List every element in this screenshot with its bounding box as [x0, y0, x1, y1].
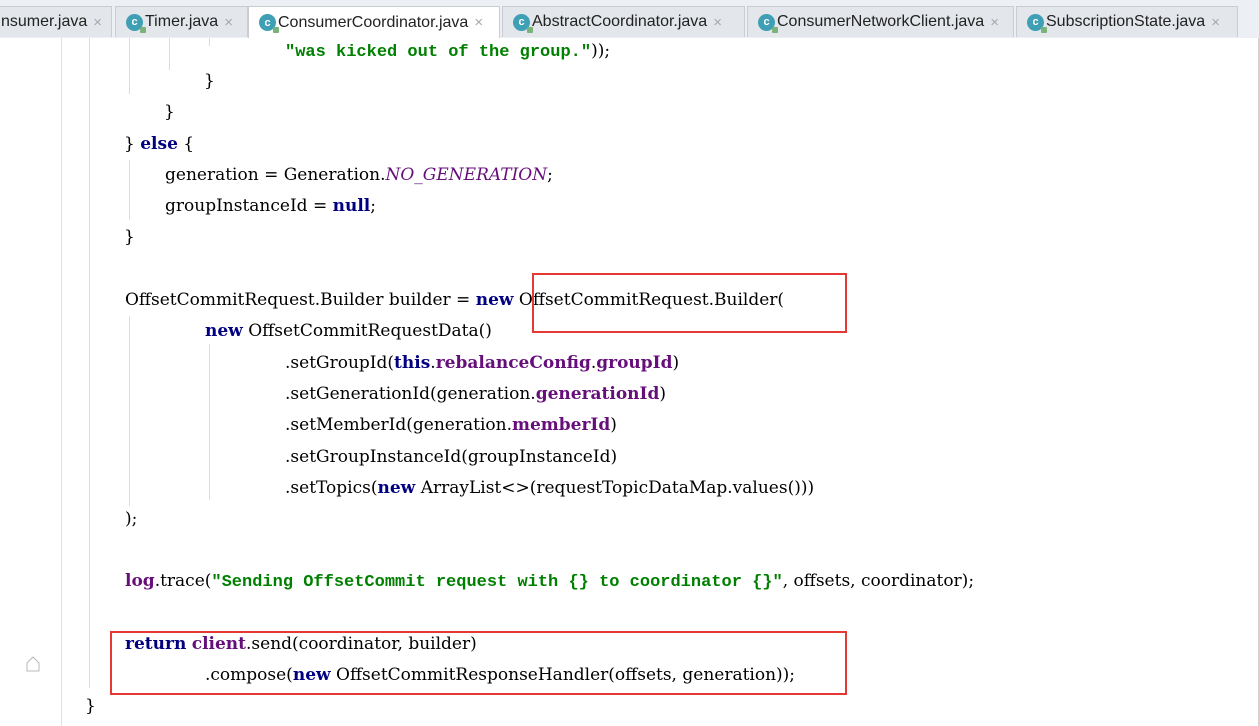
tab-label: AbstractCoordinator.java [532, 13, 708, 30]
close-icon[interactable]: × [713, 14, 722, 31]
close-icon[interactable]: × [93, 14, 102, 31]
keyword: null [332, 196, 371, 216]
field-ref: generationId [535, 384, 660, 404]
tab-label: nsumer.java [1, 13, 88, 30]
code-line: .setGroupId(this.rebalanceConfig.groupId… [285, 351, 679, 375]
code-token: } [164, 102, 175, 122]
tab-consumer[interactable]: nsumer.java × [0, 6, 112, 37]
keyword: new [475, 290, 514, 310]
code-line: "was kicked out of the group.")); [285, 39, 610, 63]
close-icon[interactable]: × [990, 14, 999, 31]
indent-guide [129, 316, 130, 506]
code-token: ; [547, 165, 553, 185]
keyword: new [205, 321, 243, 341]
tab-label: ConsumerNetworkClient.java [777, 13, 985, 30]
editor-tab-bar: nsumer.java × c Timer.java × c ConsumerC… [0, 0, 1259, 39]
code-token: ); [125, 509, 138, 529]
indent-guide [209, 38, 210, 46]
indent-guide [89, 38, 90, 688]
tab-subscription-state[interactable]: c SubscriptionState.java × [1016, 6, 1238, 37]
code-token: } [204, 71, 215, 91]
code-line: } [164, 100, 175, 124]
close-icon[interactable]: × [224, 14, 233, 31]
code-token: .setGroupId( [285, 353, 395, 373]
code-editor[interactable]: "was kicked out of the group.")); } } } … [0, 38, 1259, 726]
code-line: } [124, 225, 135, 249]
class-icon: c [259, 14, 279, 33]
code-line: } [204, 69, 215, 93]
close-icon[interactable]: × [1211, 14, 1220, 31]
indent-guide [209, 344, 210, 500]
field-ref: rebalanceConfig [435, 353, 591, 373]
code-token: , offsets, coordinator); [782, 571, 975, 591]
tab-consumer-coordinator[interactable]: c ConsumerCoordinator.java × [248, 6, 500, 38]
code-token: .trace( [154, 571, 212, 591]
code-token: ) [610, 415, 617, 435]
code-token: OffsetCommitRequest.Builder builder = [125, 290, 476, 310]
code-token: generation = Generation. [165, 165, 386, 185]
class-icon: c [513, 13, 533, 33]
tab-label: SubscriptionState.java [1046, 13, 1206, 30]
field-ref: groupId [596, 353, 673, 373]
tab-abstract-coordinator[interactable]: c AbstractCoordinator.java × [502, 6, 745, 37]
static-field: NO_GENERATION [385, 165, 548, 185]
fold-marker-icon[interactable] [24, 655, 42, 673]
code-line: .setGenerationId(generation.generationId… [285, 382, 666, 406]
code-line: .setMemberId(generation.memberId) [285, 413, 617, 437]
code-token: .setGroupInstanceId(groupInstanceId) [285, 447, 618, 467]
keyword: new [377, 478, 416, 498]
keyword: this [394, 353, 431, 373]
indent-guide [129, 160, 130, 220]
code-token: )); [591, 41, 611, 61]
code-token: } [124, 134, 141, 154]
code-token: } [85, 696, 96, 716]
code-token: { [177, 134, 195, 154]
class-icon: c [126, 13, 146, 33]
code-line: } [85, 694, 96, 718]
code-line: .setGroupInstanceId(groupInstanceId) [285, 445, 617, 469]
tab-label: ConsumerCoordinator.java [278, 13, 469, 31]
code-token: ) [672, 353, 680, 373]
code-line: groupInstanceId = null; [165, 194, 376, 218]
code-line: log.trace("Sending OffsetCommit request … [125, 569, 974, 593]
tab-timer[interactable]: c Timer.java × [115, 6, 248, 37]
code-line: .setTopics(new ArrayList<>(requestTopicD… [285, 476, 814, 500]
code-token: .setTopics( [285, 478, 378, 498]
string-literal: "Sending OffsetCommit request with {} to… [211, 573, 783, 592]
tab-consumer-network-client[interactable]: c ConsumerNetworkClient.java × [747, 6, 1014, 37]
code-token: } [124, 227, 135, 247]
code-line: } else { [124, 132, 194, 156]
field-ref: memberId [511, 415, 611, 435]
code-token: ArrayList<>(requestTopicDataMap.values()… [415, 478, 815, 498]
code-token: OffsetCommitRequestData() [242, 321, 492, 341]
field-ref: log [125, 571, 155, 591]
indent-guide [169, 38, 170, 70]
code-token: groupInstanceId = [165, 196, 333, 216]
code-token: .setGenerationId(generation. [285, 384, 536, 404]
gutter-divider [61, 38, 62, 726]
highlight-box-builder [532, 273, 847, 333]
highlight-box-return [110, 631, 847, 695]
tab-label: Timer.java [145, 13, 219, 30]
code-line: ); [125, 507, 137, 531]
keyword: else [140, 134, 178, 154]
string-literal: "was kicked out of the group." [285, 43, 592, 62]
code-token: ) [659, 384, 667, 404]
class-icon: c [758, 13, 778, 33]
code-line: generation = Generation.NO_GENERATION; [165, 163, 553, 187]
code-token: ; [370, 196, 376, 216]
indent-guide [129, 38, 130, 94]
code-line: new OffsetCommitRequestData() [205, 319, 492, 343]
class-icon: c [1027, 13, 1047, 33]
close-icon[interactable]: × [474, 14, 483, 31]
code-token: .setMemberId(generation. [285, 415, 512, 435]
